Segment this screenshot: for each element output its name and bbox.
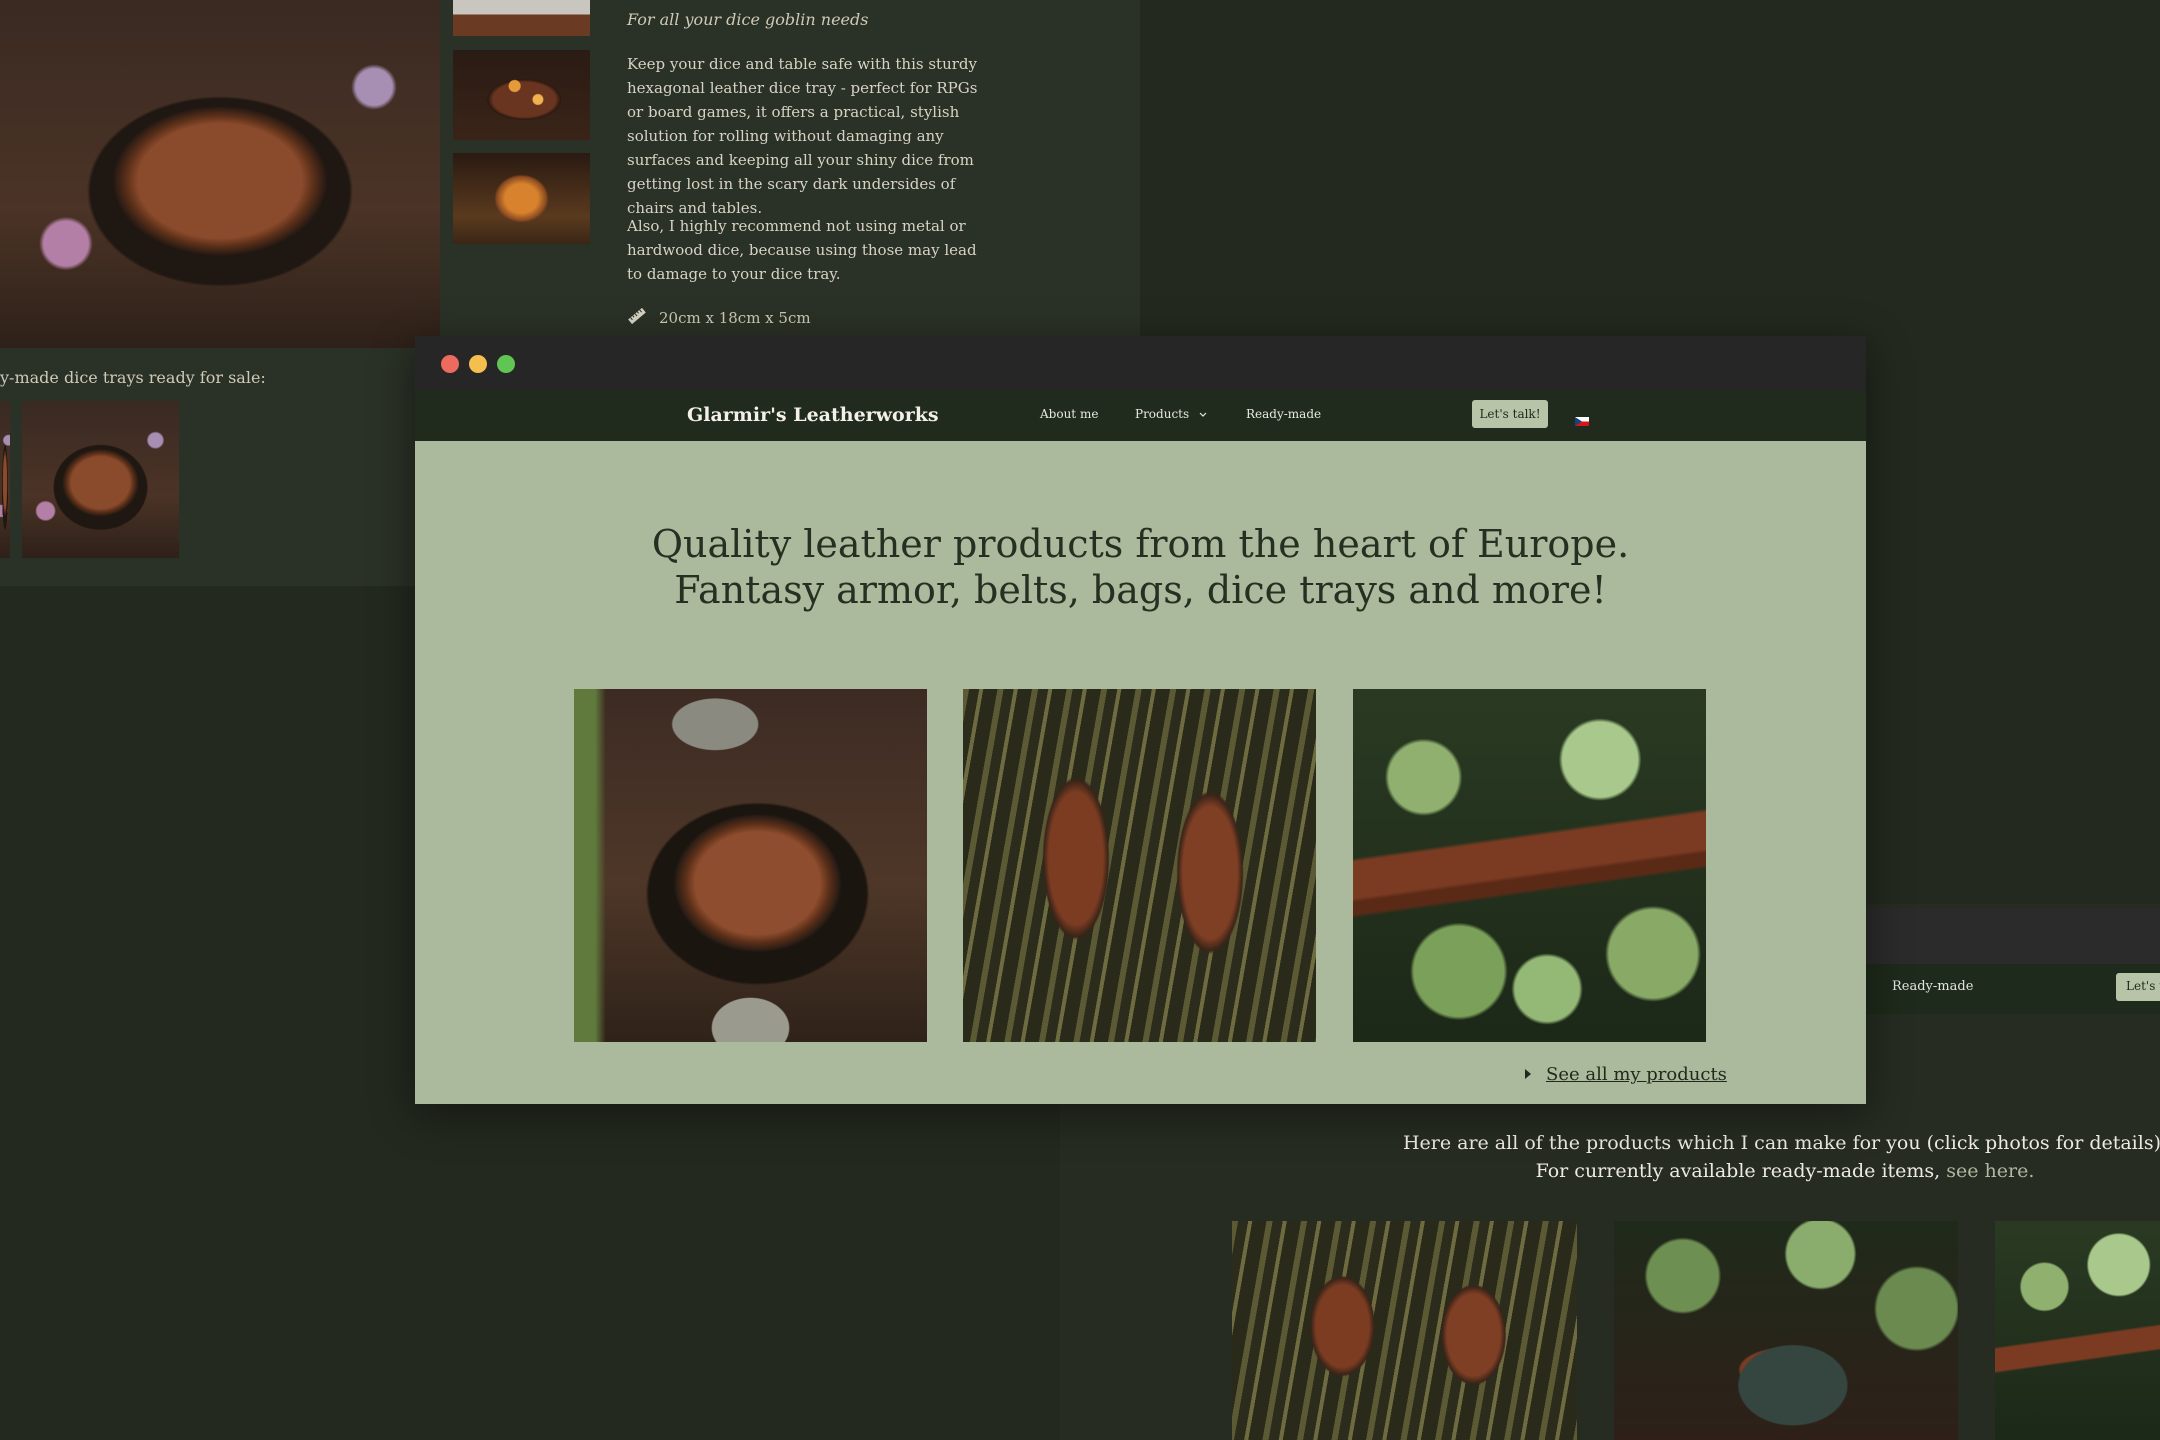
lets-talk-button-partial[interactable]: Let's t xyxy=(2116,973,2160,1001)
nav-ready-made[interactable]: Ready-made xyxy=(1892,979,1973,994)
featured-belt-photo[interactable] xyxy=(1353,689,1706,1042)
product-size: 20cm x 18cm x 5cm xyxy=(659,309,811,327)
browser-window: Glarmir's Leatherworks About me Products… xyxy=(415,336,1866,1104)
ready-made-heading: y-made dice trays ready for sale: xyxy=(0,368,266,387)
lets-talk-button[interactable]: Let's talk! xyxy=(1472,400,1548,428)
product-belt-photo[interactable] xyxy=(1995,1221,2160,1440)
caret-right-icon xyxy=(1524,1064,1532,1085)
maximize-window-button[interactable] xyxy=(497,355,515,373)
see-here-link[interactable]: see here. xyxy=(1946,1160,2034,1182)
product-note: Also, I highly recommend not using metal… xyxy=(627,217,977,283)
chevron-down-icon xyxy=(1199,407,1207,421)
czech-flag-icon[interactable] xyxy=(1575,411,1589,426)
nav-ready-made[interactable]: Ready-made xyxy=(1246,407,1321,421)
hero-headline: Quality leather products from the heart … xyxy=(415,521,1866,613)
see-all-products-link[interactable]: See all my products xyxy=(1546,1064,1727,1085)
products-intro-line2: For currently available ready-made items… xyxy=(1060,1160,2160,1182)
products-intro-line1: Here are all of the products which I can… xyxy=(1402,1132,2160,1154)
featured-dice-tray-photo[interactable] xyxy=(574,689,927,1042)
products-page-titlebar xyxy=(1864,908,2160,964)
window-titlebar xyxy=(415,336,1866,390)
thumbnail-3[interactable] xyxy=(453,153,590,244)
product-size-row: 20cm x 18cm x 5cm xyxy=(627,306,811,330)
thumbnail-1[interactable] xyxy=(453,0,590,36)
product-bracers-photo[interactable] xyxy=(1232,1221,1577,1440)
minimize-window-button[interactable] xyxy=(469,355,487,373)
hero-headline-line1: Quality leather products from the heart … xyxy=(651,522,1630,566)
product-tagline: For all your dice goblin needs xyxy=(627,10,869,29)
nav-products-label: Products xyxy=(1135,407,1190,421)
site-navbar: Glarmir's Leatherworks About me Products… xyxy=(415,390,1866,441)
close-window-button[interactable] xyxy=(441,355,459,373)
ready-tray-photo[interactable] xyxy=(22,401,179,558)
nav-about-me[interactable]: About me xyxy=(1040,407,1098,421)
nav-products-dropdown[interactable]: Products xyxy=(1135,407,1207,421)
ruler-icon xyxy=(627,306,647,330)
see-all-products[interactable]: See all my products xyxy=(1524,1064,1727,1085)
products-intro-prefix: For currently available ready-made items… xyxy=(1535,1160,1947,1182)
thumbnail-2[interactable] xyxy=(453,50,590,140)
product-description: Keep your dice and table safe with this … xyxy=(627,55,978,217)
dice-tray-hero-photo xyxy=(0,0,440,348)
ready-tray-photo-partial[interactable] xyxy=(0,401,10,558)
product-pouch-photo[interactable] xyxy=(1614,1221,1958,1440)
hero-headline-line2: Fantasy armor, belts, bags, dice trays a… xyxy=(674,568,1607,612)
site-brand-logo[interactable]: Glarmir's Leatherworks xyxy=(687,404,939,426)
featured-bracers-photo[interactable] xyxy=(963,689,1316,1042)
